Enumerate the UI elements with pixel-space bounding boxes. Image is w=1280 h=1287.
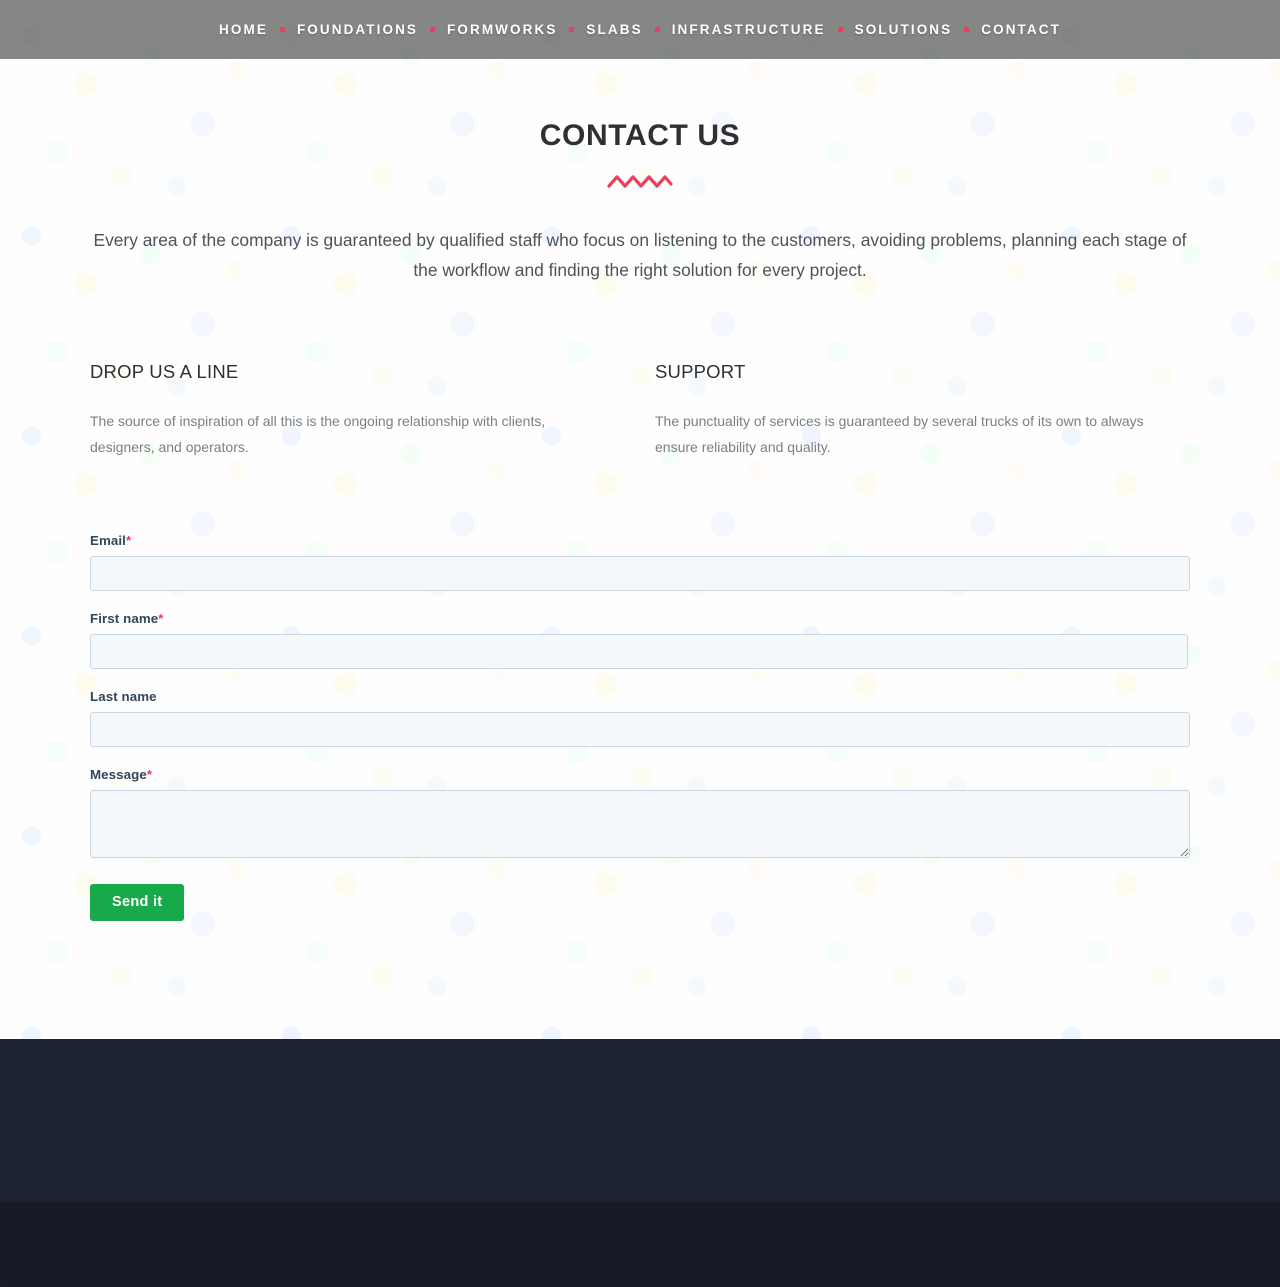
nav-item-solutions[interactable]: SOLUTIONS xyxy=(843,22,965,37)
message-textarea[interactable] xyxy=(90,790,1190,858)
nav-item-infrastructure[interactable]: INFRASTRUCTURE xyxy=(660,22,838,37)
nav-item-slabs[interactable]: SLABS xyxy=(574,22,654,37)
nav-item-formworks[interactable]: FORMWORKS xyxy=(435,22,569,37)
zigzag-divider-icon xyxy=(607,175,673,188)
column-body-drop-us-a-line: The source of inspiration of all this is… xyxy=(90,413,546,455)
page-content: CONTACT US Every area of the company is … xyxy=(0,59,1280,921)
column-body-support: The punctuality of services is guarantee… xyxy=(655,413,1144,455)
nav-item-home[interactable]: HOME xyxy=(207,22,280,37)
message-required-asterisk: * xyxy=(146,767,153,782)
form-field-email: Email* xyxy=(90,533,1190,591)
main-navigation-bar: HOME FOUNDATIONS FORMWORKS SLABS INFRAST… xyxy=(0,0,1280,59)
last-name-label: Last name xyxy=(90,689,1190,704)
footer-lower-band xyxy=(0,1202,1280,1287)
email-input[interactable] xyxy=(90,556,1190,591)
column-title-support: SUPPORT xyxy=(655,361,746,382)
message-label-text: Message xyxy=(90,767,147,782)
footer-upper-band xyxy=(0,1039,1280,1202)
form-field-message: Message* xyxy=(90,767,1190,858)
form-field-first-name: First name* xyxy=(90,611,1190,669)
email-label: Email* xyxy=(90,533,1190,548)
title-divider xyxy=(0,172,1280,192)
nav-item-contact[interactable]: CONTACT xyxy=(969,22,1073,37)
email-required-asterisk: * xyxy=(125,533,132,548)
first-name-input[interactable] xyxy=(90,634,1188,669)
send-it-button[interactable]: Send it xyxy=(90,884,185,921)
intro-paragraph: Every area of the company is guaranteed … xyxy=(93,230,1187,280)
form-field-last-name: Last name xyxy=(90,689,1190,747)
info-column-drop-us-a-line: DROP US A LINE The source of inspiration… xyxy=(90,361,655,460)
first-name-label-text: First name xyxy=(90,611,159,626)
message-label: Message* xyxy=(90,767,1190,782)
nav-list: HOME FOUNDATIONS FORMWORKS SLABS INFRAST… xyxy=(207,22,1073,37)
email-label-text: Email xyxy=(90,533,126,548)
first-name-required-asterisk: * xyxy=(158,611,164,626)
page-title: CONTACT US xyxy=(539,119,741,152)
info-column-support: SUPPORT The punctuality of services is g… xyxy=(655,361,1190,460)
site-footer xyxy=(0,1039,1280,1287)
nav-item-foundations[interactable]: FOUNDATIONS xyxy=(285,22,430,37)
column-title-drop-us-a-line: DROP US A LINE xyxy=(90,361,239,382)
last-name-input[interactable] xyxy=(90,712,1190,747)
info-columns: DROP US A LINE The source of inspiration… xyxy=(0,361,1280,460)
contact-form: Email* First name* Last name Message* Se… xyxy=(0,533,1280,921)
last-name-label-text: Last name xyxy=(90,689,157,704)
first-name-label: First name* xyxy=(90,611,1190,626)
